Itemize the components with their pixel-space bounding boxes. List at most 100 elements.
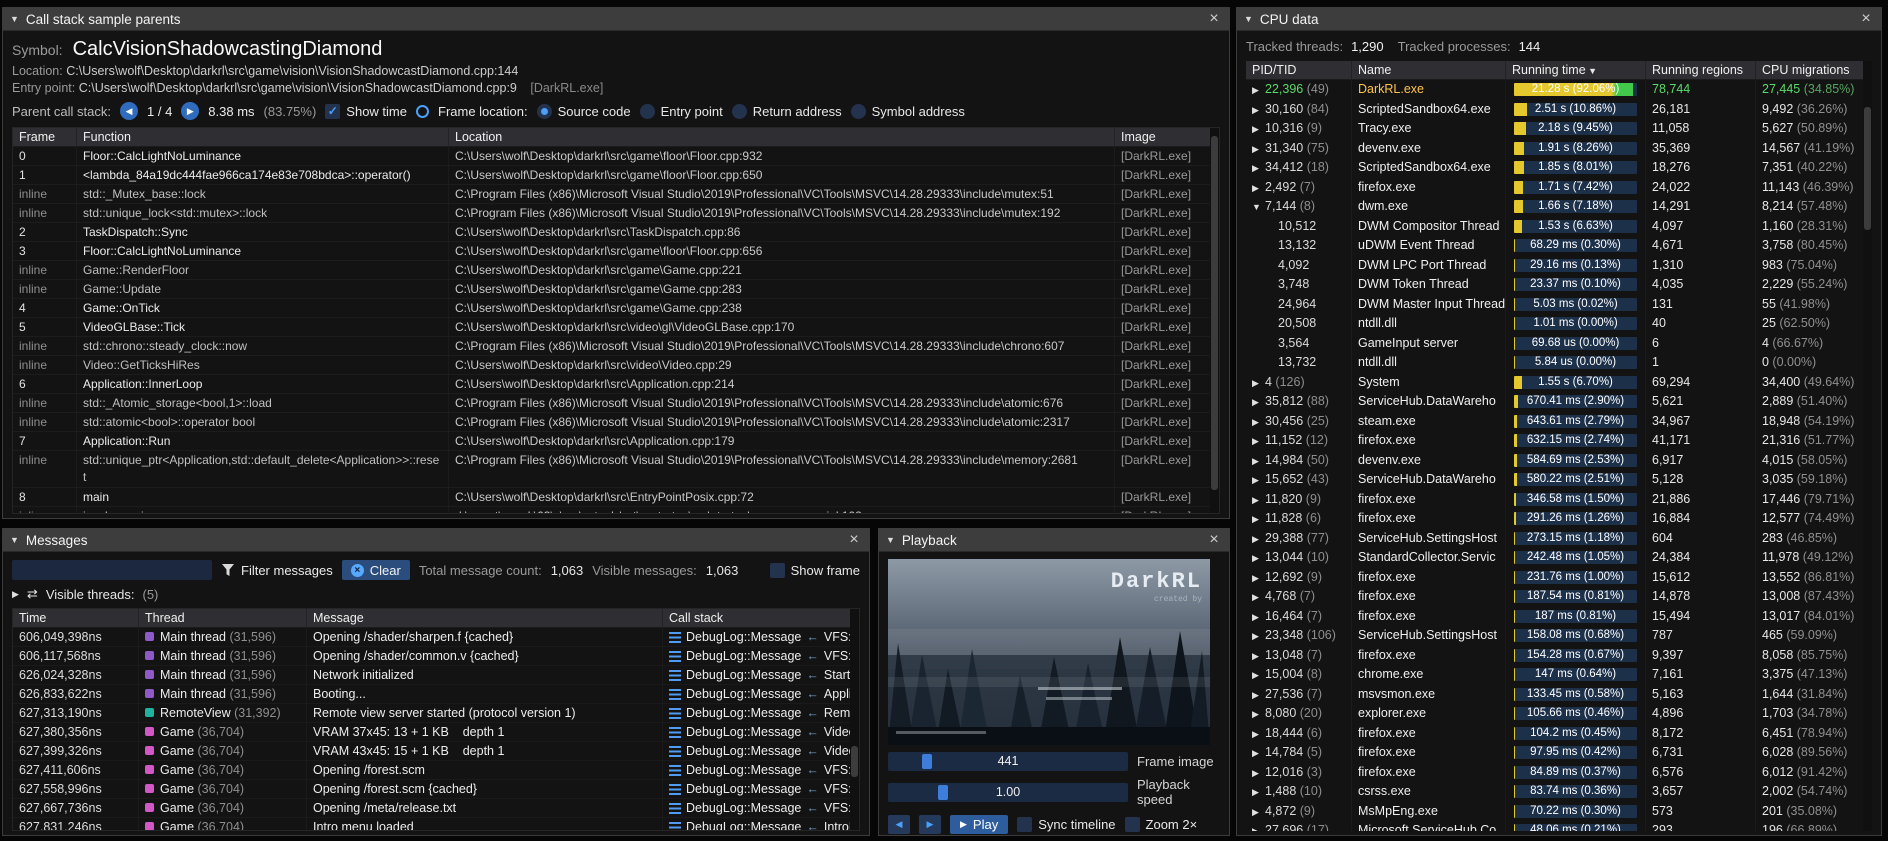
message-row[interactable]: 627,411,606nsGame (36,704)Opening /fores…: [13, 761, 859, 780]
frame-image-slider[interactable]: 441: [888, 752, 1128, 771]
radio-symbol-address[interactable]: Symbol address: [851, 104, 965, 119]
scrollbar-thumb[interactable]: [851, 746, 858, 777]
message-row[interactable]: 626,833,622nsMain thread (31,596)Booting…: [13, 685, 859, 704]
message-callstack[interactable]: DebugLog::Message←VFS::Open: [663, 628, 859, 646]
sync-timeline-checkbox[interactable]: Sync timeline: [1017, 817, 1115, 832]
next-callstack-button[interactable]: ▶: [181, 102, 199, 120]
expand-icon[interactable]: ▶: [1252, 510, 1265, 529]
checkbox-icon[interactable]: [1017, 817, 1032, 832]
radio-return-address[interactable]: Return address: [732, 104, 842, 119]
expand-icon[interactable]: ▶: [1252, 686, 1265, 705]
column-header-pid-tid[interactable]: PID/TID: [1246, 61, 1352, 79]
cpu-row[interactable]: ▶14,784 (5)firefox.exe97.95 ms (0.42%)6,…: [1246, 743, 1872, 763]
play-button[interactable]: ▶ Play: [950, 815, 1008, 834]
cpu-row[interactable]: ▶1,488 (10)csrss.exe83.74 ms (0.36%)3,65…: [1246, 782, 1872, 802]
column-header-call-stack[interactable]: Call stack: [663, 609, 859, 627]
message-row[interactable]: 626,024,328nsMain thread (31,596)Network…: [13, 666, 859, 685]
expand-icon[interactable]: ▶: [1252, 608, 1265, 627]
message-callstack[interactable]: DebugLog::Message←VFS::Open: [663, 780, 859, 798]
clear-button[interactable]: × Clear: [342, 560, 410, 580]
column-header-function[interactable]: Function: [77, 128, 449, 146]
expand-icon[interactable]: ▶: [1252, 647, 1265, 666]
column-header-message[interactable]: Message: [307, 609, 663, 627]
cpu-row[interactable]: ▶30,160 (84)ScriptedSandbox64.exe2.51 s …: [1246, 100, 1872, 120]
callstack-frame-row[interactable]: inlinestd::chrono::steady_clock::nowC:\P…: [13, 337, 1219, 356]
expand-icon[interactable]: ▶: [1252, 822, 1265, 831]
cpu-row[interactable]: ▶13,044 (10)StandardCollector.Servic242.…: [1246, 548, 1872, 568]
cpu-row[interactable]: ▶13,048 (7)firefox.exe154.28 ms (0.67%)9…: [1246, 646, 1872, 666]
prev-frame-button[interactable]: ◀: [888, 815, 910, 834]
message-callstack[interactable]: DebugLog::Message←IntroMenu::: [663, 818, 859, 830]
expand-icon[interactable]: ▶: [1252, 159, 1265, 178]
collapse-icon[interactable]: ▼: [886, 535, 895, 545]
message-row[interactable]: 627,380,356nsGame (36,704)VRAM 37x45: 13…: [13, 723, 859, 742]
radio-circle-icon[interactable]: [537, 104, 552, 119]
cpu-row[interactable]: ▶31,340 (75)devenv.exe1.91 s (8.26%)35,3…: [1246, 139, 1872, 159]
callstack-frame-row[interactable]: 4Game::OnTickC:\Users\wolf\Desktop\darkr…: [13, 299, 1219, 318]
expand-icon[interactable]: ▶: [12, 589, 19, 600]
message-row[interactable]: 627,667,736nsGame (36,704)Opening /meta/…: [13, 799, 859, 818]
expand-icon[interactable]: ▶: [1252, 725, 1265, 744]
expand-icon[interactable]: ▶: [1252, 588, 1265, 607]
cpu-row[interactable]: ▶27,536 (7)msvsmon.exe133.45 ms (0.58%)5…: [1246, 685, 1872, 705]
cpu-row[interactable]: ▶15,004 (8)chrome.exe147 ms (0.64%)7,161…: [1246, 665, 1872, 685]
cpu-row[interactable]: ▶27,696 (17)Microsoft.ServiceHub.Co48.06…: [1246, 821, 1872, 831]
message-callstack[interactable]: DebugLog::Message←VFS::Open: [663, 647, 859, 665]
message-callstack[interactable]: DebugLog::Message←Application:: [663, 685, 859, 703]
radio-source-code[interactable]: Source code: [537, 104, 631, 119]
expand-icon[interactable]: ▶: [1252, 803, 1265, 822]
checkbox-icon[interactable]: [770, 563, 785, 578]
column-header-thread[interactable]: Thread: [139, 609, 307, 627]
show-time-checkbox[interactable]: ✓ Show time: [325, 104, 407, 119]
message-callstack[interactable]: DebugLog::Message←RemoteVie: [663, 704, 859, 722]
expand-icon[interactable]: ▶: [1252, 393, 1265, 412]
radio-entry-point[interactable]: Entry point: [640, 104, 723, 119]
filter-messages-button[interactable]: Filter messages: [221, 563, 333, 578]
message-row[interactable]: 606,049,398nsMain thread (31,596)Opening…: [13, 628, 859, 647]
callstack-frame-row[interactable]: inlineGame::UpdateC:\Users\wolf\Desktop\…: [13, 280, 1219, 299]
scrollbar-thumb[interactable]: [1211, 136, 1218, 490]
callstack-frame-row[interactable]: 7Application::RunC:\Users\wolf\Desktop\d…: [13, 432, 1219, 451]
cpu-row[interactable]: ▶16,464 (7)firefox.exe187 ms (0.81%)15,4…: [1246, 607, 1872, 627]
scrollbar-thumb[interactable]: [1864, 107, 1871, 230]
callstack-frame-row[interactable]: 0Floor::CalcLightNoLuminanceC:\Users\wol…: [13, 147, 1219, 166]
cpu-row[interactable]: ▶23,348 (106)ServiceHub.SettingsHost158.…: [1246, 626, 1872, 646]
expand-icon[interactable]: ▶: [1252, 432, 1265, 451]
callstack-frame-row[interactable]: 8mainC:\Users\wolf\Desktop\darkrl\src\En…: [13, 488, 1219, 507]
message-callstack[interactable]: DebugLog::Message←VFS::Open: [663, 761, 859, 779]
callstack-frame-row[interactable]: 3Floor::CalcLightNoLuminanceC:\Users\wol…: [13, 242, 1219, 261]
playback-speed-slider[interactable]: 1.00: [888, 783, 1128, 802]
vertical-scrollbar[interactable]: [1210, 128, 1219, 513]
cpu-row[interactable]: 3,748DWM Token Thread23.37 ms (0.10%)4,0…: [1246, 275, 1872, 295]
filter-input[interactable]: [12, 560, 212, 580]
expand-icon[interactable]: ▶: [1252, 413, 1265, 432]
callstack-frame-row[interactable]: inlinestd::_Atomic_storage<bool,1>::load…: [13, 394, 1219, 413]
collapse-icon[interactable]: ▼: [10, 14, 19, 24]
cpu-row[interactable]: ▶12,692 (9)firefox.exe231.76 ms (1.00%)1…: [1246, 568, 1872, 588]
callstack-frame-row[interactable]: inlineinvoke_maind:\agent\_work\63\s\src…: [13, 507, 1219, 513]
expand-icon[interactable]: ▶: [1252, 705, 1265, 724]
expand-icon[interactable]: ▶: [1252, 569, 1265, 588]
message-row[interactable]: 627,313,190nsRemoteView (31,392)Remote v…: [13, 704, 859, 723]
expand-icon[interactable]: ▶: [1252, 140, 1265, 159]
callstack-frame-row[interactable]: inlinestd::_Mutex_base::lockC:\Program F…: [13, 185, 1219, 204]
cpu-row[interactable]: 3,564GameInput server69.68 us (0.00%)64 …: [1246, 334, 1872, 354]
cpu-row[interactable]: 4,092DWM LPC Port Thread29.16 ms (0.13%)…: [1246, 256, 1872, 276]
expand-icon[interactable]: ▶: [1252, 120, 1265, 139]
expand-icon[interactable]: ▼: [1252, 198, 1265, 217]
zoom-2x-checkbox[interactable]: Zoom 2×: [1125, 817, 1198, 832]
collapse-icon[interactable]: ▼: [10, 535, 19, 545]
message-row[interactable]: 627,831,246nsGame (36,704)Intro menu loa…: [13, 818, 859, 830]
cpu-row[interactable]: ▶15,652 (43)ServiceHub.DataWareho580.22 …: [1246, 470, 1872, 490]
expand-icon[interactable]: ▶: [1252, 764, 1265, 783]
expand-icon[interactable]: ▶: [1252, 101, 1265, 120]
close-icon[interactable]: ×: [846, 532, 862, 548]
message-callstack[interactable]: DebugLog::Message←VFS::Open: [663, 799, 859, 817]
expand-icon[interactable]: ▶: [1252, 452, 1265, 471]
column-header-location[interactable]: Location: [449, 128, 1115, 146]
message-row[interactable]: 627,399,326nsGame (36,704)VRAM 43x45: 15…: [13, 742, 859, 761]
collapse-icon[interactable]: ▼: [1244, 14, 1253, 24]
next-frame-button[interactable]: ▶: [919, 815, 941, 834]
checkbox-icon[interactable]: ✓: [325, 104, 340, 119]
column-header-running-regions[interactable]: Running regions: [1646, 61, 1756, 79]
